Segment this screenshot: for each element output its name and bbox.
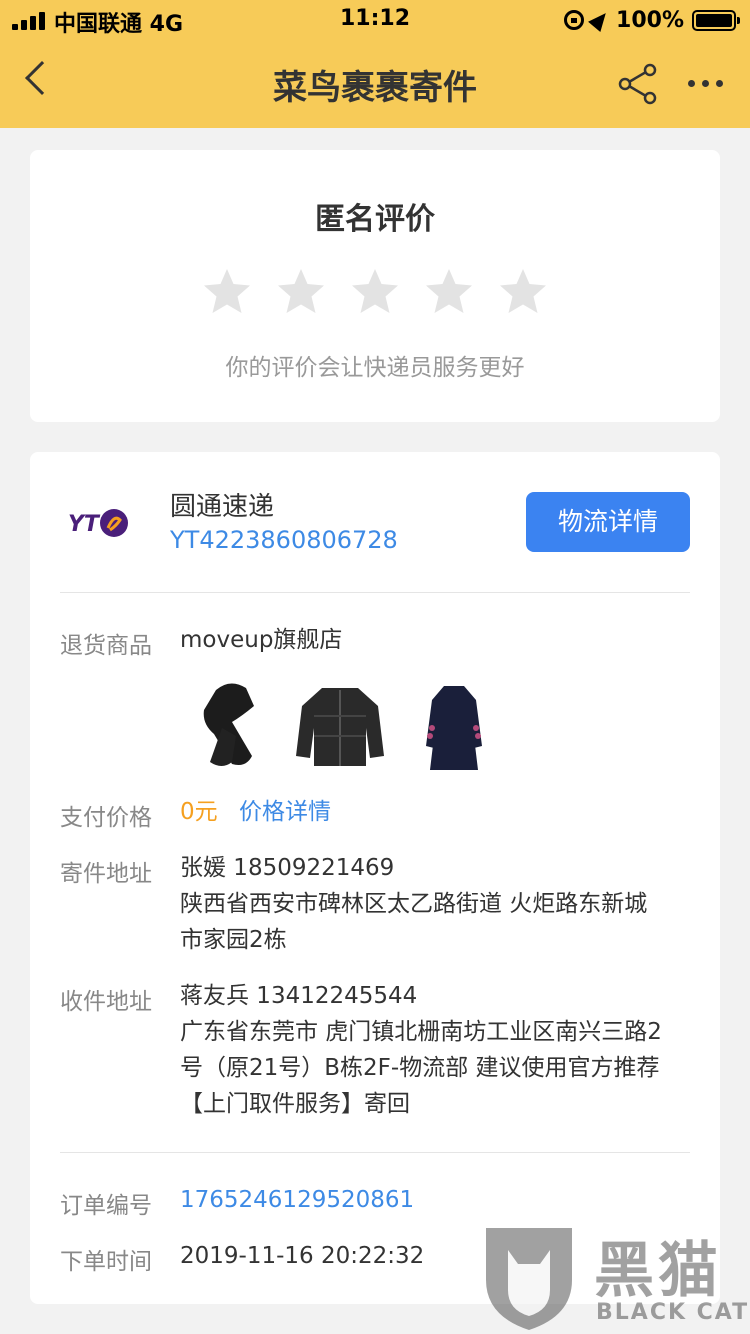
product-dress[interactable] — [406, 676, 502, 776]
star-icon[interactable] — [349, 266, 401, 318]
battery-icon — [692, 9, 740, 31]
tracking-number[interactable]: YT4223860806728 — [170, 526, 398, 554]
star-icon[interactable] — [275, 266, 327, 318]
more-icon[interactable] — [688, 80, 723, 87]
nav-bar: 菜鸟裹裹寄件 — [0, 40, 750, 128]
goods-label: 退货商品 — [60, 633, 152, 659]
logistics-detail-button[interactable]: 物流详情 — [526, 492, 690, 552]
divider — [60, 1152, 690, 1153]
sender-address-line: 市家园2栋 — [180, 927, 287, 953]
yto-logo: YT — [68, 509, 128, 537]
sender-address-line: 陕西省西安市碑林区太乙路街道 火炬路东新城 — [180, 891, 648, 917]
svg-text:YT: YT — [68, 512, 101, 537]
sender-address: 张媛 18509221469 陕西省西安市碑林区太乙路街道 火炬路东新城 市家园… — [180, 850, 647, 958]
status-bar: 中国联通 4G 11:12 100% — [0, 0, 750, 40]
cat-shield-icon — [486, 1228, 572, 1330]
receiver-address: 蒋友兵 13412245544 广东省东莞市 虎门镇北栅南坊工业区南兴三路2 号… — [180, 978, 662, 1122]
price-value: 0元 — [180, 799, 218, 825]
order-number-label: 订单编号 — [60, 1193, 152, 1219]
price-detail-link[interactable]: 价格详情 — [239, 799, 331, 825]
shop-name: moveup旗舰店 — [180, 627, 343, 653]
rating-title: 匿名评价 — [315, 202, 435, 237]
order-number[interactable]: 1765246129520861 — [180, 1182, 414, 1218]
divider — [60, 592, 690, 593]
shipment-card: YT 圆通速递 YT4223860806728 物流详情 退货商品 moveup… — [30, 452, 720, 1304]
product-down-jacket[interactable] — [292, 676, 388, 776]
order-time: 2019-11-16 20:22:32 — [180, 1243, 425, 1269]
receiver-contact: 蒋友兵 13412245544 — [180, 983, 418, 1009]
rating-hint: 你的评价会让快递员服务更好 — [225, 355, 525, 381]
receiver-address-line: 号（原21号）B栋2F-物流部 建议使用官方推荐 — [180, 1055, 660, 1081]
share-icon[interactable] — [616, 62, 660, 106]
star-icon[interactable] — [201, 266, 253, 318]
price-row: 0元 价格详情 — [180, 794, 331, 830]
black-cat-watermark: 黑猫 BLACK CAT — [478, 1218, 750, 1334]
rotation-lock-icon — [564, 10, 585, 30]
top-bar: 中国联通 4G 11:12 100% 菜鸟裹裹寄件 — [0, 0, 750, 128]
location-icon — [588, 7, 612, 33]
receiver-label: 收件地址 — [60, 989, 152, 1015]
star-icon[interactable] — [497, 266, 549, 318]
courier-name: 圆通速递 — [170, 492, 275, 522]
watermark-cn: 黑猫 — [594, 1236, 722, 1306]
watermark-en: BLACK CAT — [596, 1300, 750, 1325]
product-scarf[interactable] — [182, 676, 278, 776]
receiver-address-line: 广东省东莞市 虎门镇北栅南坊工业区南兴三路2 — [180, 1019, 662, 1045]
receiver-address-line: 【上门取件服务】寄回 — [180, 1091, 410, 1117]
status-right: 100% — [564, 6, 740, 34]
price-label: 支付价格 — [60, 805, 152, 831]
rating-card: 匿名评价 你的评价会让快递员服务更好 — [30, 150, 720, 422]
order-time-label: 下单时间 — [60, 1249, 152, 1275]
sender-contact: 张媛 18509221469 — [180, 855, 395, 881]
battery-percent: 100% — [616, 7, 684, 33]
star-icon[interactable] — [423, 266, 475, 318]
sender-label: 寄件地址 — [60, 861, 152, 887]
